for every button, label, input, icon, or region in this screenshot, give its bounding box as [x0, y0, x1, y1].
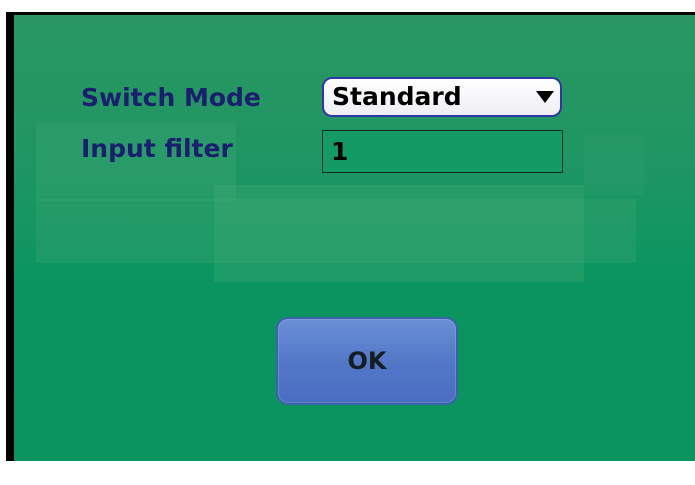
- screen: Switch Mode Standard Input filter 1 OK: [0, 0, 695, 485]
- background-artifact: [214, 185, 584, 282]
- ok-button[interactable]: OK: [276, 317, 458, 405]
- settings-dialog: Switch Mode Standard Input filter 1 OK: [6, 12, 695, 461]
- ok-button-label: OK: [347, 347, 387, 375]
- switch-mode-dropdown[interactable]: Standard: [322, 77, 562, 117]
- input-filter-value: 1: [331, 137, 349, 166]
- switch-mode-label: Switch Mode: [81, 83, 261, 112]
- dialog-panel: Switch Mode Standard Input filter 1 OK: [14, 15, 695, 461]
- input-filter-field[interactable]: 1: [322, 130, 563, 173]
- input-filter-label: Input filter: [81, 134, 233, 163]
- switch-mode-selected-value: Standard: [332, 82, 462, 111]
- background-artifact: [584, 135, 644, 195]
- triangle-down-icon: [536, 91, 554, 103]
